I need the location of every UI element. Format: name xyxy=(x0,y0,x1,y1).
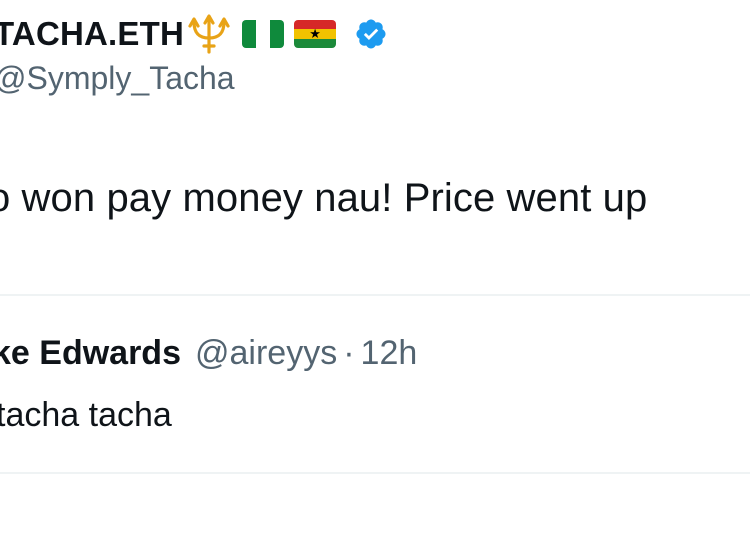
quoted-author-name[interactable]: ke Edwards xyxy=(0,334,181,373)
author-display-name[interactable]: TACHA.ETH xyxy=(0,15,184,53)
trident-icon xyxy=(186,14,232,54)
verified-badge-icon[interactable] xyxy=(354,17,388,51)
quoted-tweet-text: tacha tacha xyxy=(0,396,172,434)
author-handle[interactable]: @Symply_Tacha xyxy=(0,60,235,97)
ghana-star-icon: ★ xyxy=(309,26,321,42)
nigeria-flag-icon xyxy=(242,20,285,48)
author-header: TACHA.ETH ★ xyxy=(0,10,388,58)
quoted-tweet-header[interactable]: ke Edwards @aireyys · 12h xyxy=(0,334,417,373)
tweet-screenshot: TACHA.ETH ★ @Symply_Tacha o won pay mone… xyxy=(0,0,750,536)
tweet-text: o won pay money nau! Price went up xyxy=(0,176,648,220)
quoted-timestamp[interactable]: 12h xyxy=(361,334,418,373)
quoted-author-handle[interactable]: @aireyys xyxy=(195,334,337,373)
divider xyxy=(0,472,750,474)
separator-dot: · xyxy=(343,334,355,372)
divider xyxy=(0,294,750,296)
ghana-flag-icon: ★ xyxy=(294,20,337,48)
